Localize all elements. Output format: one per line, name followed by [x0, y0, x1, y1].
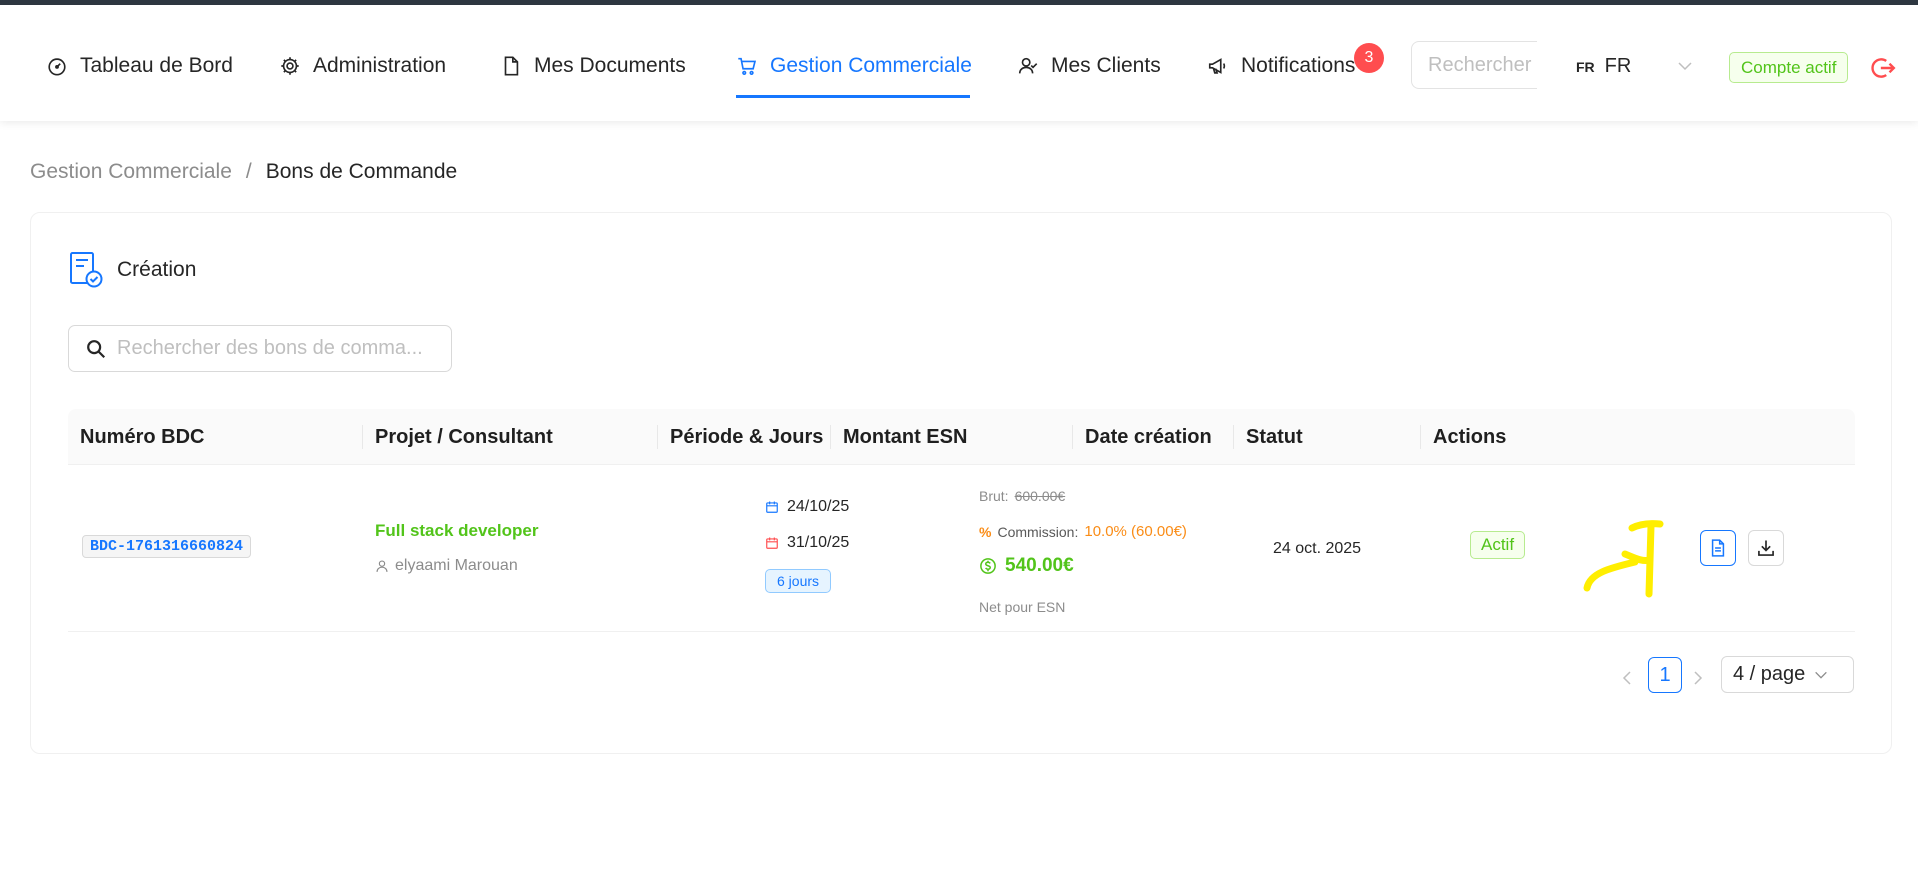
dollar-circle-icon	[980, 558, 996, 574]
download-button[interactable]	[1748, 530, 1784, 566]
start-date: 24/10/25	[765, 498, 849, 516]
brut-label: Brut:	[979, 488, 1009, 504]
file-text-icon	[1711, 539, 1725, 557]
col-statut: Statut	[1246, 425, 1303, 448]
dashboard-icon	[48, 58, 66, 76]
consultant: elyaami Marouan	[375, 557, 518, 575]
nav-label: Gestion Commerciale	[770, 54, 972, 77]
nav-administration[interactable]: Administration	[279, 51, 446, 81]
commission: % Commission: 10.0% (60.00€)	[979, 523, 1187, 540]
megaphone-icon	[1208, 58, 1226, 74]
nav-notifications[interactable]: Notifications	[1207, 51, 1355, 81]
breadcrumb-current: Bons de Commande	[265, 160, 458, 183]
order-search[interactable]	[68, 325, 452, 372]
nav-label: Tableau de Bord	[80, 54, 233, 77]
project-title: Full stack developer	[375, 521, 539, 540]
chevron-down-icon[interactable]	[1676, 57, 1694, 75]
notification-badge: 3	[1354, 43, 1384, 73]
pagination-current-page[interactable]: 1	[1648, 657, 1682, 693]
table-header: Numéro BDC Projet / Consultant Période &…	[68, 409, 1855, 465]
net-label: Net pour ESN	[979, 599, 1066, 615]
nav-tableau-de-bord[interactable]: Tableau de Bord	[46, 51, 233, 81]
chevron-right-icon[interactable]	[1689, 669, 1707, 687]
nav-label: Mes Documents	[534, 54, 686, 77]
page-size-select[interactable]: 4 / page	[1721, 656, 1854, 693]
users-icon	[1018, 57, 1038, 74]
status-badge: Actif	[1470, 531, 1526, 559]
nav-label: Administration	[313, 54, 447, 77]
net-value: 540.00€	[1005, 555, 1074, 576]
commission-label: Commission:	[997, 523, 1079, 540]
gear-icon	[281, 57, 299, 75]
nav-label: Notifications	[1241, 54, 1356, 77]
creation-date: 24 oct. 2025	[1273, 540, 1362, 557]
breadcrumb: Gestion Commerciale / Bons de Commande	[30, 160, 457, 184]
card-header: Création	[69, 251, 196, 289]
end-date-text: 31/10/25	[787, 534, 850, 551]
days-tag: 6 jours	[765, 569, 832, 593]
language-code: FR	[1576, 59, 1595, 75]
col-periode-jours: Période & Jours	[670, 425, 824, 448]
cart-icon	[738, 57, 757, 75]
breadcrumb-parent[interactable]: Gestion Commerciale	[30, 160, 232, 184]
col-date-creation: Date création	[1085, 425, 1212, 448]
active-tab-indicator	[736, 95, 970, 98]
brut-value: 600.00€	[1014, 488, 1066, 504]
account-status-badge: Compte actif	[1729, 52, 1849, 83]
file-icon	[504, 56, 519, 76]
start-date-text: 24/10/25	[787, 498, 850, 515]
nav-label: Mes Clients	[1051, 54, 1161, 77]
calendar-icon	[766, 537, 778, 549]
purchase-orders-card: Création Numéro BDC Projet / Consultant …	[30, 212, 1892, 754]
col-projet-consultant: Projet / Consultant	[375, 425, 553, 448]
global-search[interactable]	[1411, 41, 1537, 89]
download-icon	[1758, 540, 1774, 556]
nav-mes-clients[interactable]: Mes Clients	[1017, 51, 1161, 81]
card-title: Création	[117, 258, 197, 281]
view-document-button[interactable]	[1700, 530, 1736, 566]
language-selector[interactable]: FR FR	[1576, 55, 1631, 78]
logout-icon[interactable]	[1870, 55, 1896, 81]
chevron-down-icon	[1815, 671, 1828, 679]
chevron-left-icon[interactable]	[1618, 669, 1636, 687]
brut-amount: Brut: 600.00€	[979, 488, 1065, 504]
page-size-value: 4 / page	[1733, 663, 1806, 685]
net-amount: 540.00€	[979, 555, 1074, 577]
calendar-icon	[766, 501, 778, 513]
nav-gestion-commerciale[interactable]: Gestion Commerciale	[736, 51, 972, 81]
search-icon	[87, 339, 106, 358]
document-check-icon	[70, 252, 103, 288]
top-navigation: Tableau de Bord Administration Mes Docum…	[0, 5, 1918, 121]
user-icon	[376, 560, 388, 572]
order-search-input[interactable]	[117, 337, 437, 360]
col-montant-esn: Montant ESN	[843, 425, 968, 448]
consultant-name: elyaami Marouan	[395, 557, 518, 574]
col-actions: Actions	[1433, 425, 1507, 448]
annotation-arrow	[1583, 520, 1664, 598]
col-numero-bdc: Numéro BDC	[80, 425, 205, 448]
percent-icon: %	[979, 523, 992, 540]
language-name: FR	[1604, 55, 1632, 77]
commission-value: 10.0% (60.00€)	[1084, 523, 1187, 540]
end-date: 31/10/25	[765, 534, 849, 552]
bdc-number: BDC-1761316660824	[82, 535, 252, 558]
nav-mes-documents[interactable]: Mes Documents	[500, 51, 686, 81]
breadcrumb-separator: /	[245, 160, 252, 183]
global-search-input[interactable]	[1412, 42, 1537, 88]
